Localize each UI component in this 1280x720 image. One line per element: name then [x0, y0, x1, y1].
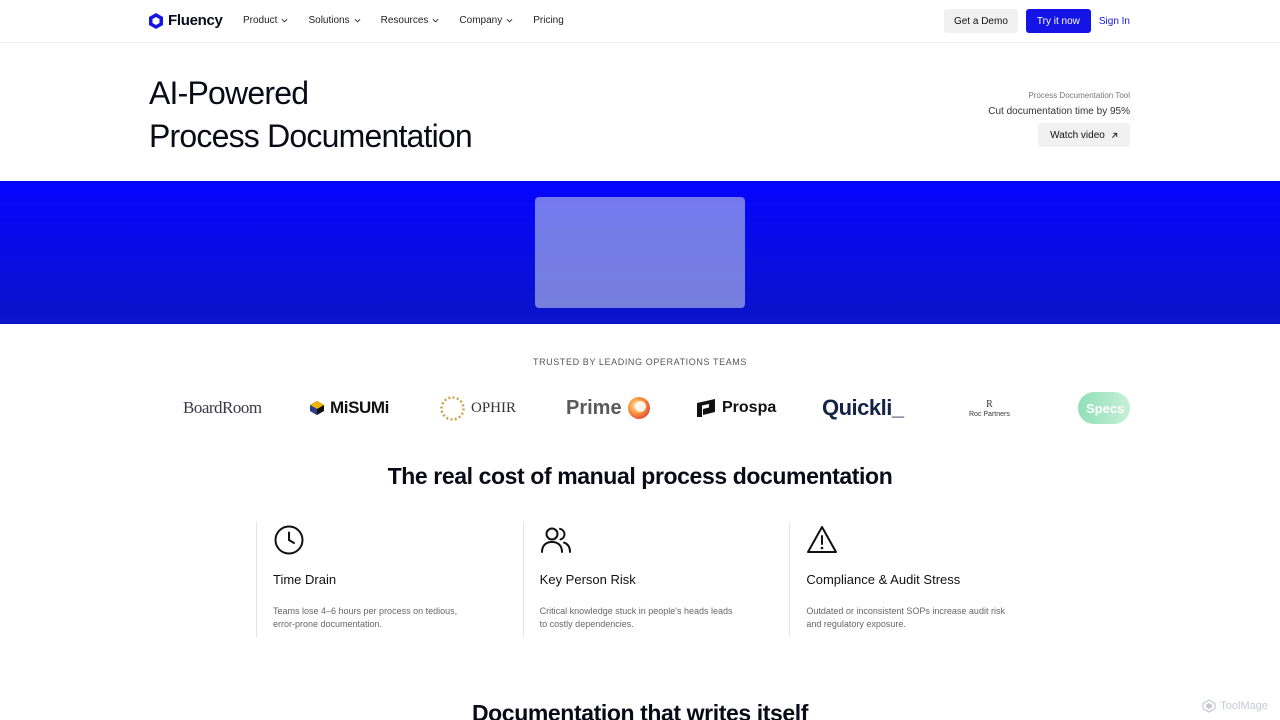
- chevron-down-icon: [282, 18, 288, 23]
- nav-resources[interactable]: Resources: [381, 15, 440, 26]
- nav-solutions-label: Solutions: [308, 15, 350, 26]
- sign-in-link[interactable]: Sign In: [1099, 16, 1130, 27]
- card-key-person-risk: Key Person Risk Critical knowledge stuck…: [522, 522, 790, 637]
- brand-name: Fluency: [168, 12, 223, 29]
- hero-subtitle: Cut documentation time by 95%: [988, 106, 1130, 117]
- logo-boardroom-text: BoardRoom: [183, 398, 262, 417]
- video-placeholder[interactable]: [535, 197, 745, 308]
- brand-logo[interactable]: Fluency: [149, 12, 223, 29]
- logo-roc-mark: R: [986, 398, 993, 410]
- try-it-now-button[interactable]: Try it now: [1025, 9, 1091, 33]
- nav-links: Product Solutions Resources Company Pric…: [243, 15, 584, 26]
- logo-ophir-text: OPHIR: [471, 399, 517, 416]
- chevron-down-icon: [506, 18, 513, 23]
- logo-quickli-text: Quickli_: [822, 395, 904, 420]
- card-title: Compliance & Audit Stress: [806, 572, 961, 587]
- logo-boardroom: BoardRoom: [183, 388, 262, 428]
- logo-specs: Specs: [1078, 388, 1130, 428]
- arrow-up-right-icon: [1111, 132, 1117, 138]
- hero-title: AI-Powered Process Documentation: [149, 72, 473, 158]
- card-title: Key Person Risk: [539, 572, 636, 587]
- watch-video-label: Watch video: [1050, 129, 1105, 141]
- logo-roc-partners: R Roc Partners: [969, 388, 1010, 428]
- watermark-text: ToolMage: [1220, 700, 1268, 712]
- nav-actions: Get a Demo Try it now Sign In: [943, 9, 1130, 33]
- nav-product[interactable]: Product: [243, 15, 288, 26]
- warning-icon: [807, 526, 838, 553]
- cost-section-title: The real cost of manual process document…: [387, 463, 893, 489]
- toolmage-logo-icon: [1202, 699, 1216, 713]
- hero-banner: [0, 181, 1280, 324]
- hero-title-line2: Process Documentation: [149, 118, 473, 154]
- misumi-cube-icon: [310, 401, 324, 415]
- nav-company-label: Company: [459, 15, 503, 26]
- trusted-heading: TRUSTED BY LEADING OPERATIONS TEAMS: [532, 357, 748, 367]
- card-description: Critical knowledge stuck in people's hea…: [539, 606, 733, 629]
- card-description: Teams lose 4–6 hours per process on tedi…: [273, 606, 458, 629]
- logo-misumi: MiSUMi: [309, 388, 389, 428]
- nav-product-label: Product: [243, 15, 278, 26]
- hero-aside: Process Documentation Tool Cut documenta…: [988, 91, 1130, 147]
- logo-misumi-text: MiSUMi: [330, 398, 389, 417]
- logo-prospa-text: Prospa: [722, 399, 777, 416]
- prospa-mark-icon: [697, 399, 715, 417]
- nav-company[interactable]: Company: [459, 15, 513, 26]
- card-compliance-audit-stress: Compliance & Audit Stress Outdated or in…: [789, 522, 1056, 637]
- logo-specs-pill: Specs: [1078, 392, 1130, 424]
- card-description: Outdated or inconsistent SOPs increase a…: [806, 606, 1005, 629]
- logo-prime-text: Prime: [566, 396, 622, 419]
- nav-pricing[interactable]: Pricing: [533, 15, 564, 26]
- watermark: ToolMage: [1202, 699, 1268, 713]
- logo-prospa: Prospa: [695, 388, 776, 428]
- logo-quickli: Quickli_: [822, 388, 904, 428]
- get-demo-button[interactable]: Get a Demo: [943, 9, 1018, 33]
- logo-prime: Prime: [566, 388, 651, 428]
- customer-logos: BoardRoom MiSUMi OPHIR Prime Prospa Quic…: [0, 388, 1280, 428]
- logo-ophir: OPHIR: [439, 388, 516, 428]
- card-time-drain: Time Drain Teams lose 4–6 hours per proc…: [256, 522, 523, 637]
- card-title: Time Drain: [273, 572, 337, 587]
- cost-cards: Time Drain Teams lose 4–6 hours per proc…: [256, 522, 1056, 637]
- ophir-ring-icon: [440, 395, 465, 421]
- hero-title-line1: AI-Powered: [149, 75, 309, 111]
- fluency-logo-icon: [149, 12, 163, 29]
- logo-roc-text: Roc Partners: [969, 410, 1010, 418]
- prime-orb-icon: [627, 397, 650, 419]
- logo-specs-text: Specs: [1086, 400, 1125, 416]
- chevron-down-icon: [432, 18, 439, 23]
- nav-resources-label: Resources: [380, 15, 429, 26]
- nav-pricing-label: Pricing: [533, 15, 564, 26]
- watch-video-button[interactable]: Watch video: [1038, 123, 1130, 147]
- hero-tag: Process Documentation Tool: [1028, 91, 1130, 100]
- top-navigation: Fluency Product Solutions Resources Comp…: [0, 0, 1280, 43]
- nav-solutions[interactable]: Solutions: [308, 15, 361, 26]
- next-section-title: Documentation that writes itself: [471, 700, 809, 720]
- clock-icon: [274, 525, 304, 555]
- users-icon: [540, 527, 571, 553]
- chevron-down-icon: [354, 18, 361, 23]
